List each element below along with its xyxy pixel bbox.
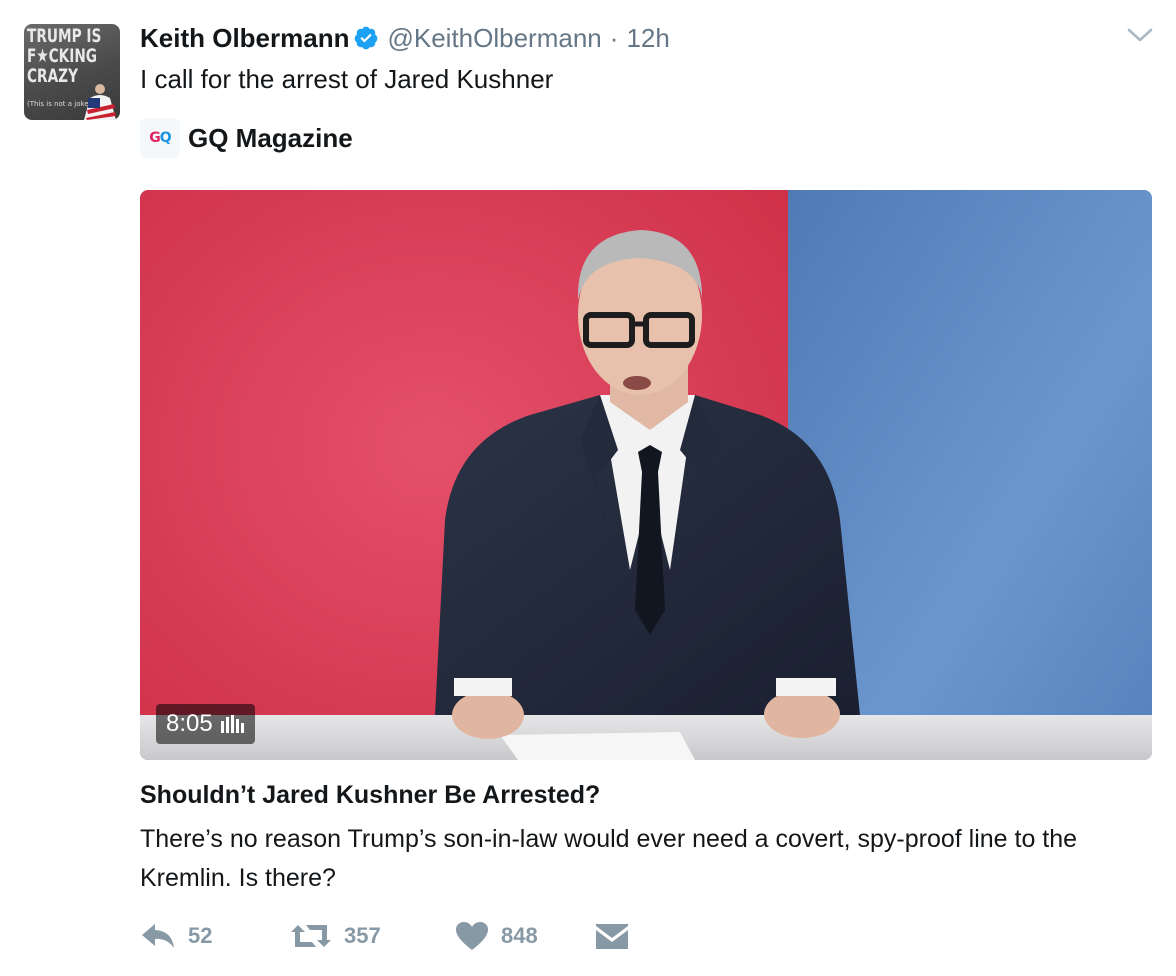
gq-logo-icon: GQ	[140, 118, 180, 158]
like-count: 848	[501, 923, 538, 948]
chevron-down-icon[interactable]	[1126, 24, 1154, 46]
tweet-actions: 52 357 848	[140, 916, 629, 956]
retweet-icon	[291, 925, 331, 947]
retweet-button[interactable]: 357	[290, 921, 455, 951]
card-source[interactable]: GQ GQ Magazine	[140, 118, 353, 158]
tweet-text: I call for the arrest of Jared Kushner	[140, 64, 554, 94]
avatar-text-line: TRUMP IS	[27, 25, 102, 47]
reply-icon	[142, 924, 174, 948]
reply-count: 52	[188, 923, 213, 948]
card-title[interactable]: Shouldn’t Jared Kushner Be Arrested?	[140, 778, 600, 812]
author-avatar[interactable]: TRUMP IS F★CKING CRAZY (This is not a jo…	[24, 24, 120, 120]
tweet: TRUMP IS F★CKING CRAZY (This is not a jo…	[0, 0, 1176, 976]
video-thumbnail	[140, 190, 1152, 760]
tweet-timestamp[interactable]: 12h	[626, 23, 669, 54]
avatar-text-line: F★CKING	[27, 45, 98, 67]
reply-button[interactable]: 52	[140, 921, 290, 951]
card-description: There’s no reason Trump’s son-in-law wou…	[140, 825, 1078, 892]
video-player[interactable]: 8:05	[140, 190, 1152, 760]
envelope-icon	[596, 924, 628, 949]
direct-message-button[interactable]	[595, 922, 629, 950]
header-separator: ·	[609, 22, 619, 53]
verified-badge-icon	[355, 26, 378, 50]
like-button[interactable]: 848	[455, 921, 595, 951]
avatar-text-line: CRAZY	[27, 65, 78, 87]
video-duration-badge: 8:05	[156, 704, 255, 744]
tweet-header: Keith Olbermann @KeithOlbermann · 12h	[140, 20, 670, 56]
video-duration: 8:05	[166, 710, 213, 737]
author-handle[interactable]: @KeithOlbermann	[387, 23, 601, 54]
author-name[interactable]: Keith Olbermann	[140, 23, 349, 54]
card-source-name[interactable]: GQ Magazine	[188, 123, 353, 154]
flag-figure-image	[84, 84, 116, 120]
heart-icon	[456, 922, 488, 950]
video-views-icon	[220, 715, 244, 733]
retweet-count: 357	[344, 923, 381, 948]
